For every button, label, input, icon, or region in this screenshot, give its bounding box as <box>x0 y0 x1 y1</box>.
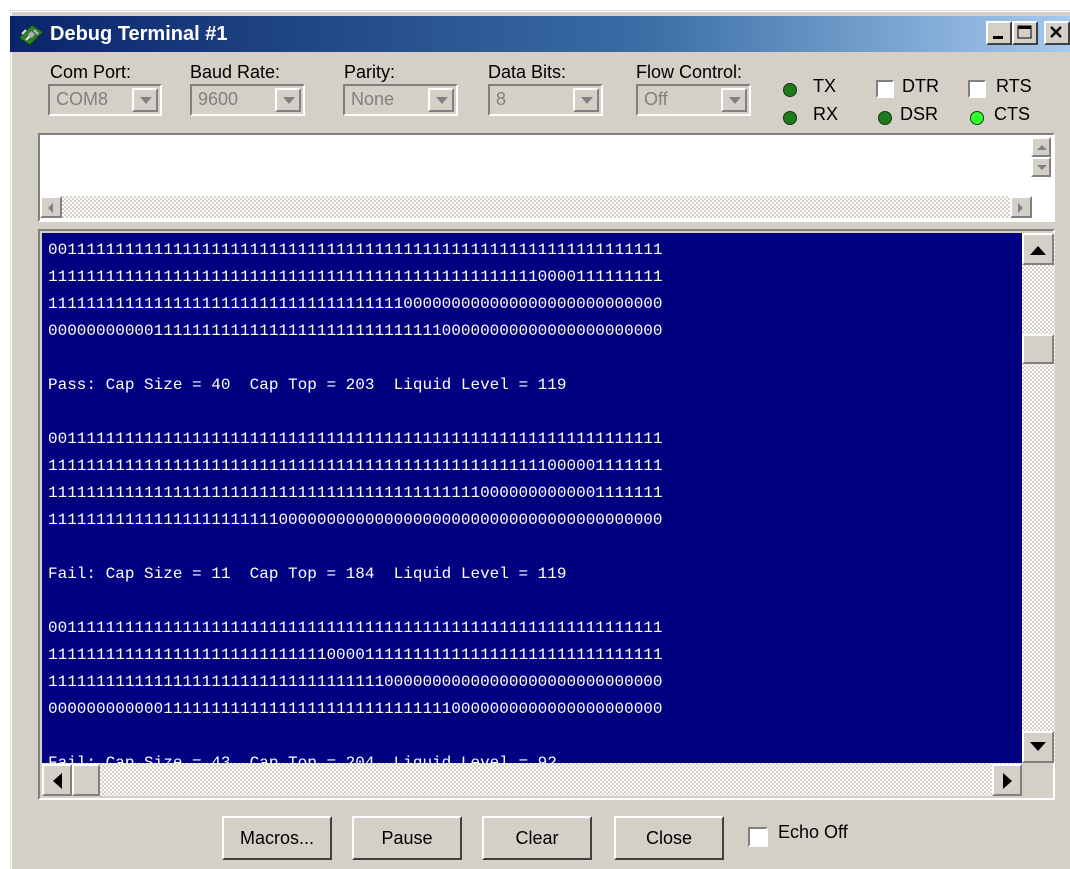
arrow-up-icon <box>1037 145 1047 150</box>
tx-led <box>783 83 797 97</box>
transmit-scroll-up-button[interactable] <box>1031 137 1051 157</box>
data-bits-dropdown[interactable]: 8 <box>488 84 603 116</box>
data-bits-label: Data Bits: <box>488 62 567 82</box>
parity-value: None <box>351 89 395 109</box>
dtr-label: DTR <box>902 76 939 96</box>
receive-scroll-down-button[interactable] <box>1022 731 1054 763</box>
receive-scroll-up-button[interactable] <box>1022 233 1054 265</box>
flow-control-dropdown-button[interactable] <box>721 88 747 112</box>
rts-label: RTS <box>996 76 1032 96</box>
data-line: 0000000000001111111111111111111111111111… <box>48 700 663 718</box>
data-line: 0011111111111111111111111111111111111111… <box>48 619 663 637</box>
dtr-checkbox[interactable] <box>876 80 894 98</box>
data-line: 0011111111111111111111111111111111111111… <box>48 430 663 448</box>
dsr-led <box>878 111 892 125</box>
chevron-down-icon <box>283 97 295 104</box>
result-line: Fail: Cap Size = 11 Cap Top = 184 Liquid… <box>48 565 567 583</box>
close-icon <box>1050 26 1062 38</box>
receive-hscroll-track[interactable] <box>42 763 1022 796</box>
arrow-right-icon <box>1018 203 1023 213</box>
close-window-button[interactable] <box>1044 21 1070 45</box>
baud-rate-dropdown-button[interactable] <box>275 88 301 112</box>
data-line: 1111111111111111111111111111111111111111… <box>48 268 663 286</box>
data-line: 0000000000011111111111111111111111111111… <box>48 322 663 340</box>
arrow-left-icon <box>48 203 53 213</box>
baud-rate-dropdown[interactable]: 9600 <box>190 84 305 116</box>
echo-off-label: Echo Off <box>778 822 848 842</box>
result-line: Fail: Cap Size = 43 Cap Top = 204 Liquid… <box>48 754 557 763</box>
echo-off-checkbox[interactable] <box>748 827 768 847</box>
maximize-icon <box>1017 25 1032 39</box>
rts-checkbox[interactable] <box>968 80 986 98</box>
maximize-button[interactable] <box>1012 21 1038 45</box>
com-port-label: Com Port: <box>50 62 132 82</box>
arrow-left-icon <box>53 773 62 789</box>
parity-label: Parity: <box>344 62 396 82</box>
clear-button[interactable]: Clear <box>482 816 592 860</box>
macros-button[interactable]: Macros... <box>222 816 332 860</box>
data-line: 1111111111111111111111111111100001111111… <box>48 646 663 664</box>
transmit-scroll-right-button[interactable] <box>1010 196 1032 218</box>
parity-dropdown-button[interactable] <box>428 88 454 112</box>
com-port-value: COM8 <box>56 89 109 109</box>
result-line: Pass: Cap Size = 40 Cap Top = 203 Liquid… <box>48 376 567 394</box>
flow-control-label: Flow Control: <box>636 62 743 82</box>
cts-label: CTS <box>994 104 1030 124</box>
receive-scroll-right-button[interactable] <box>992 764 1022 796</box>
receive-text[interactable]: 0011111111111111111111111111111111111111… <box>42 233 1022 763</box>
data-bits-value: 8 <box>496 89 507 109</box>
minimize-icon <box>993 36 1003 39</box>
window-title: Debug Terminal #1 <box>50 23 228 45</box>
transmit-hscroll-track[interactable] <box>60 196 1010 218</box>
receive-pane[interactable]: 0011111111111111111111111111111111111111… <box>38 229 1055 800</box>
data-line: 0011111111111111111111111111111111111111… <box>48 241 663 259</box>
minimize-button[interactable] <box>986 21 1012 45</box>
debug-terminal-window: Debug Terminal #1 Com Port: COM8 Baud Ra… <box>10 10 1070 869</box>
com-port-dropdown[interactable]: COM8 <box>48 84 162 116</box>
chevron-down-icon <box>436 97 448 104</box>
data-line: 1111111111111111111111111111111111111111… <box>48 457 663 475</box>
chevron-down-icon <box>581 97 593 104</box>
data-line: 1111111111111111111111110000000000000000… <box>48 511 663 529</box>
arrow-down-icon <box>1030 742 1046 751</box>
arrow-down-icon <box>1037 165 1047 170</box>
arrow-right-icon <box>1003 773 1012 789</box>
dsr-label: DSR <box>900 104 939 124</box>
baud-rate-value: 9600 <box>198 89 239 109</box>
receive-scroll-thumb[interactable] <box>1022 334 1054 364</box>
chevron-down-icon <box>140 97 152 104</box>
transmit-scroll-down-button[interactable] <box>1031 157 1051 177</box>
title-bar[interactable]: Debug Terminal #1 <box>10 16 1070 52</box>
chevron-down-icon <box>729 97 741 104</box>
parity-dropdown[interactable]: None <box>343 84 458 116</box>
data-bits-dropdown-button[interactable] <box>573 88 599 112</box>
receive-hscroll-thumb[interactable] <box>72 764 100 796</box>
flow-control-value: Off <box>644 89 668 109</box>
arrow-up-icon <box>1030 246 1046 255</box>
stamp-chip-icon <box>18 24 44 46</box>
transmit-scroll-left-button[interactable] <box>40 196 62 218</box>
transmit-pane[interactable] <box>38 133 1055 222</box>
data-line: 1111111111111111111111111111111111111000… <box>48 295 663 313</box>
receive-lines: 0011111111111111111111111111111111111111… <box>42 233 1022 763</box>
tx-label: TX <box>813 76 837 96</box>
data-line: 1111111111111111111111111111111111111111… <box>48 484 663 502</box>
pause-button[interactable]: Pause <box>352 816 462 860</box>
data-line: 1111111111111111111111111111111111100000… <box>48 673 663 691</box>
flow-control-dropdown[interactable]: Off <box>636 84 751 116</box>
rx-led <box>783 111 797 125</box>
baud-rate-label: Baud Rate: <box>190 62 281 82</box>
receive-scroll-left-button[interactable] <box>42 764 72 796</box>
close-button[interactable]: Close <box>614 816 724 860</box>
cts-led <box>970 111 984 125</box>
com-port-dropdown-button[interactable] <box>132 88 158 112</box>
receive-vscroll-track[interactable] <box>1022 233 1055 763</box>
rx-label: RX <box>813 104 839 124</box>
